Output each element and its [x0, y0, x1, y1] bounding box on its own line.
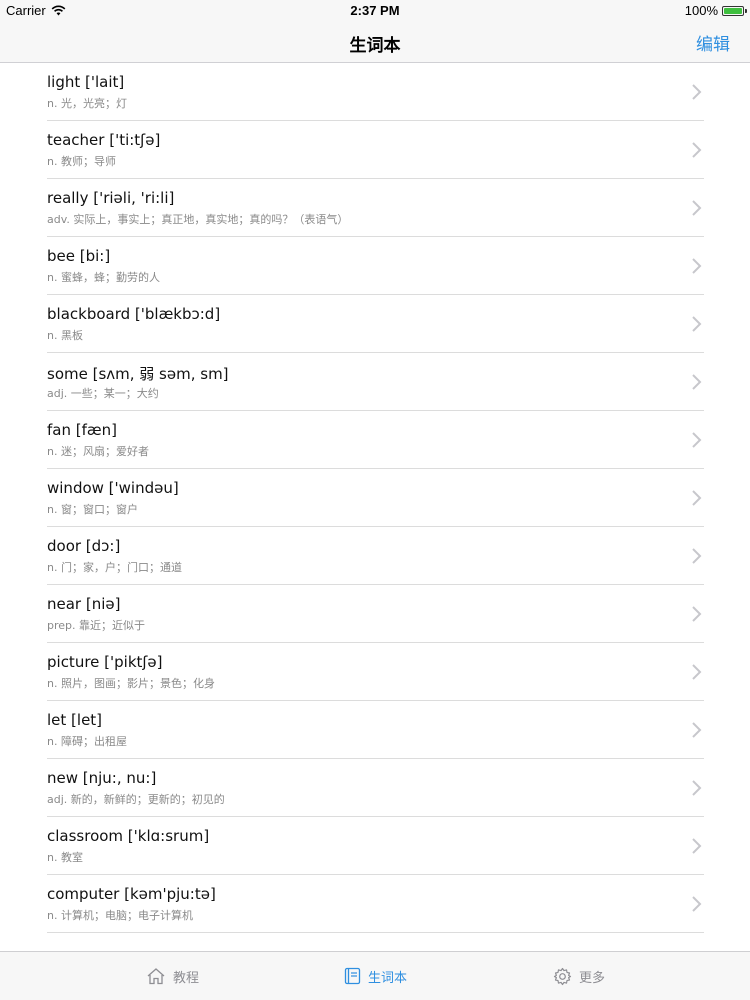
word-definition: n. 障碍；出租屋	[47, 735, 127, 748]
chevron-right-icon	[692, 200, 702, 216]
word-row[interactable]: blackboard ['blækbɔ:d] n. 黑板	[47, 295, 704, 353]
tab-more[interactable]: 更多	[553, 952, 605, 1000]
word-headword: let [let]	[47, 711, 103, 729]
word-definition: n. 教师；导师	[47, 155, 116, 168]
word-row[interactable]: computer [kəm'pju:tə] n. 计算机；电脑；电子计算机	[47, 875, 704, 933]
word-definition: n. 迷；风扇；爱好者	[47, 445, 149, 458]
battery-icon	[722, 5, 747, 16]
word-definition: n. 黑板	[47, 329, 83, 342]
word-headword: some [sʌm, 弱 səm, sm]	[47, 365, 229, 383]
word-row[interactable]: light ['lait] n. 光，光亮；灯	[47, 63, 704, 121]
chevron-right-icon	[692, 490, 702, 506]
tab-vocabulary[interactable]: 生词本	[344, 952, 407, 1000]
chevron-right-icon	[692, 664, 702, 680]
word-definition: adj. 一些；某一；大约	[47, 387, 159, 400]
word-headword: classroom ['klɑ:srum]	[47, 827, 210, 845]
word-row[interactable]: new [nju:, nu:] adj. 新的，新鲜的；更新的；初见的	[47, 759, 704, 817]
status-bar: Carrier 2:37 PM 100%	[0, 0, 750, 20]
word-headword: near [niə]	[47, 595, 121, 613]
word-headword: teacher ['ti:tʃə]	[47, 131, 161, 149]
tab-label: 更多	[579, 970, 606, 986]
tab-label: 生词本	[368, 970, 408, 986]
word-definition: n. 门；家，户；门口；通道	[47, 561, 182, 574]
chevron-right-icon	[692, 374, 702, 390]
status-time: 2:37 PM	[350, 3, 400, 18]
word-definition: n. 窗；窗口；窗户	[47, 503, 138, 516]
word-headword: bee [bi:]	[47, 247, 111, 265]
word-definition: n. 教室	[47, 851, 83, 864]
word-row[interactable]: bee [bi:] n. 蜜蜂，蜂；勤劳的人	[47, 237, 704, 295]
word-definition: n. 照片，图画；影片；景色；化身	[47, 677, 215, 690]
word-headword: really ['riəli, 'ri:li]	[47, 189, 175, 207]
word-row[interactable]: let [let] n. 障碍；出租屋	[47, 701, 704, 759]
word-headword: window ['windəu]	[47, 479, 179, 497]
chevron-right-icon	[692, 84, 702, 100]
word-list: light ['lait] n. 光，光亮；灯 teacher ['ti:tʃə] n…	[0, 63, 750, 951]
word-row[interactable]: window ['windəu] n. 窗；窗口；窗户	[47, 469, 704, 527]
word-row[interactable]: some [sʌm, 弱 səm, sm] adj. 一些；某一；大约	[47, 353, 704, 411]
word-definition: adj. 新的，新鲜的；更新的；初见的	[47, 793, 225, 806]
battery-percent: 100%	[684, 3, 718, 18]
word-definition: n. 蜜蜂，蜂；勤劳的人	[47, 271, 160, 284]
word-headword: door [dɔ:]	[47, 537, 121, 555]
home-icon	[147, 968, 165, 985]
word-definition: adv. 实际上，事实上；真正地，真实地；真的吗？（表语气）	[47, 213, 349, 226]
chevron-right-icon	[692, 896, 702, 912]
word-row[interactable]: near [niə] prep. 靠近；近似于	[47, 585, 704, 643]
edit-button[interactable]: 编辑	[696, 30, 730, 55]
chevron-right-icon	[692, 316, 702, 332]
notebook-icon	[344, 967, 361, 985]
word-headword: picture ['piktʃə]	[47, 653, 163, 671]
word-definition: n. 光，光亮；灯	[47, 97, 127, 110]
chevron-right-icon	[692, 258, 702, 274]
word-headword: light ['lait]	[47, 73, 125, 91]
word-headword: blackboard ['blækbɔ:d]	[47, 305, 221, 323]
word-definition: n. 计算机；电脑；电子计算机	[47, 909, 193, 922]
tab-tutorial[interactable]: 教程	[146, 952, 199, 1000]
word-headword: computer [kəm'pju:tə]	[47, 885, 216, 903]
word-row[interactable]: fan [fæn] n. 迷；风扇；爱好者	[47, 411, 704, 469]
chevron-right-icon	[692, 548, 702, 564]
word-row[interactable]: teacher ['ti:tʃə] n. 教师；导师	[47, 121, 704, 179]
word-definition: prep. 靠近；近似于	[47, 619, 146, 632]
navigation-bar: 生词本 编辑	[0, 20, 750, 63]
status-right: 100%	[684, 3, 747, 18]
word-row[interactable]: picture ['piktʃə] n. 照片，图画；影片；景色；化身	[47, 643, 704, 701]
chevron-right-icon	[692, 838, 702, 854]
word-headword: new [nju:, nu:]	[47, 769, 157, 787]
tab-bar: 教程 生词本 更多	[0, 951, 750, 1000]
word-row[interactable]: really ['riəli, 'ri:li] adv. 实际上，事实上；真正地，…	[47, 179, 704, 237]
chevron-right-icon	[692, 432, 702, 448]
word-row[interactable]: classroom ['klɑ:srum] n. 教室	[47, 817, 704, 875]
tab-label: 教程	[173, 970, 200, 986]
chevron-right-icon	[692, 780, 702, 796]
word-row[interactable]: door [dɔ:] n. 门；家，户；门口；通道	[47, 527, 704, 585]
word-headword: fan [fæn]	[47, 421, 117, 439]
chevron-right-icon	[692, 606, 702, 622]
chevron-right-icon	[692, 722, 702, 738]
chevron-right-icon	[692, 142, 702, 158]
page-title: 生词本	[349, 36, 401, 56]
gear-icon	[553, 967, 572, 985]
